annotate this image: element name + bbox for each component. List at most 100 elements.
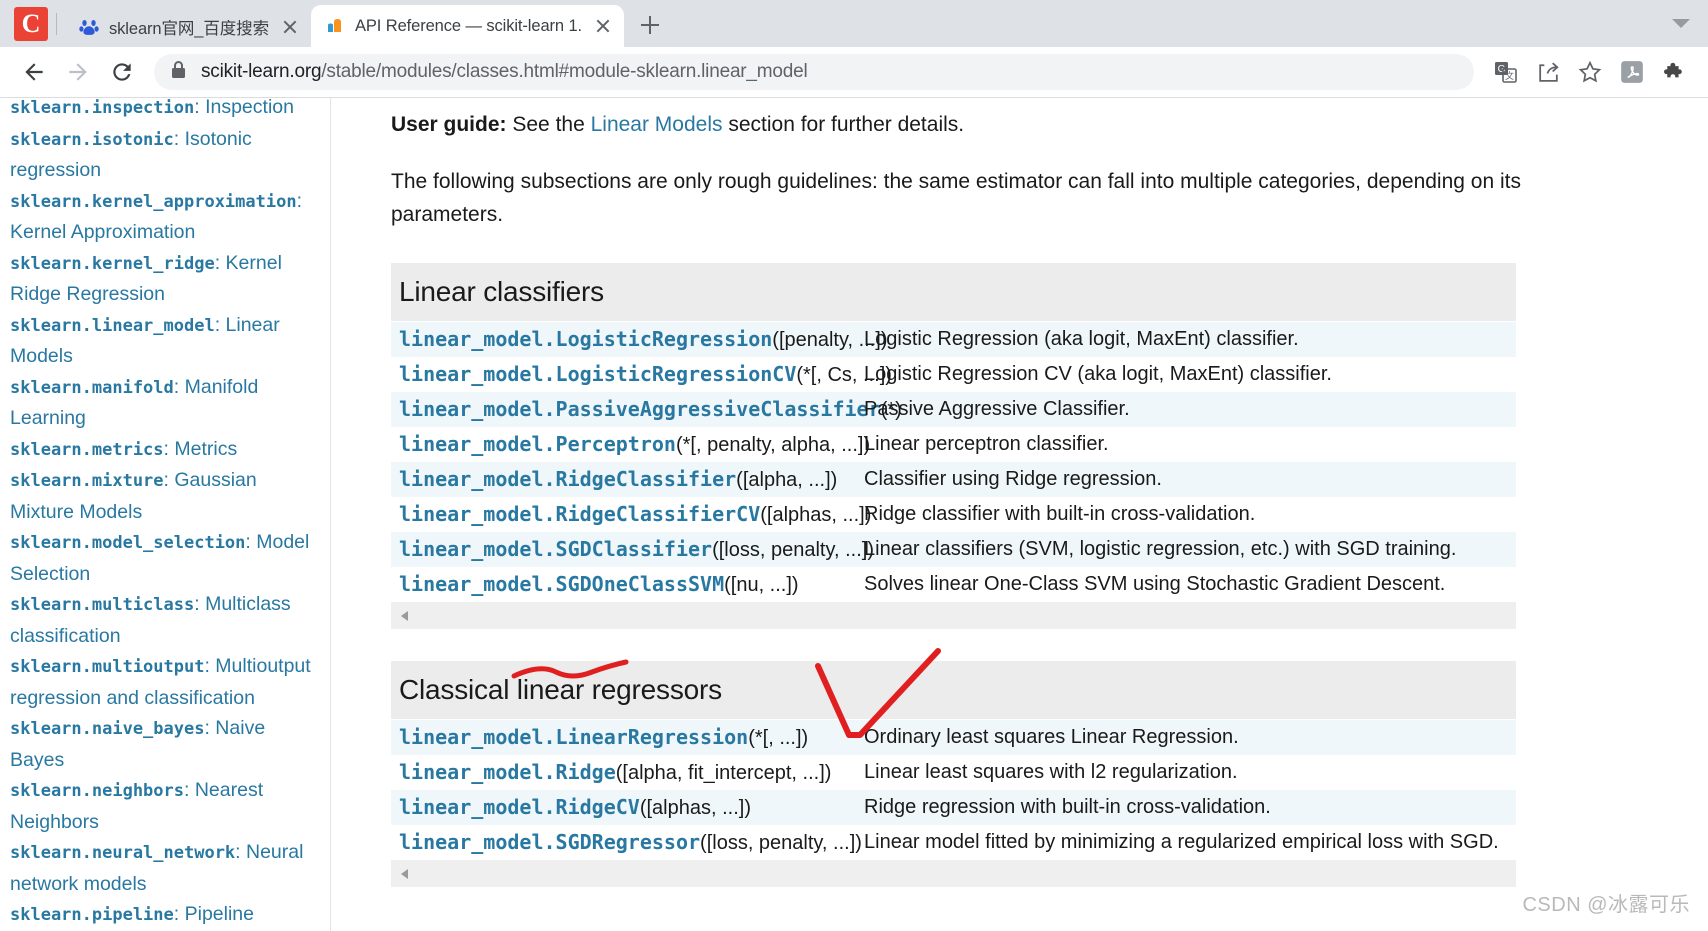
table-row[interactable]: linear_model.LogisticRegressionCV(*[, Cs… [391, 357, 1516, 392]
sidebar-module-name: sklearn.mixture [10, 471, 164, 491]
api-class-link[interactable]: linear_model.LogisticRegressionCV [399, 362, 796, 386]
toolbar-icons: G 文 [1484, 52, 1694, 92]
window-controls [1672, 0, 1708, 47]
user-guide-label: User guide: [391, 113, 507, 136]
share-icon[interactable] [1528, 52, 1568, 92]
browser-tab-2[interactable]: API Reference — scikit-learn 1. [310, 5, 625, 47]
api-class-link[interactable]: linear_model.SGDRegressor [399, 830, 700, 854]
api-class-link[interactable]: linear_model.LinearRegression [399, 725, 748, 749]
api-class-link[interactable]: linear_model.PassiveAggressiveClassifier [399, 397, 881, 421]
api-class-desc-cell: Ridge classifier with built-in cross-val… [864, 503, 1256, 525]
section-heading-classical-linear-regressors: Classical linear regressors [391, 661, 1516, 719]
sidebar-module-name: sklearn.kernel_approximation [10, 191, 297, 212]
extensions-puzzle-icon[interactable] [1654, 52, 1694, 92]
section-heading-linear-classifiers: Linear classifiers [391, 263, 1516, 321]
linear-models-link[interactable]: Linear Models [591, 113, 723, 136]
sidebar-item-metrics[interactable]: sklearn.metrics: Metrics [10, 434, 314, 466]
sidebar-item-inspection[interactable]: sklearn.inspection: Inspection [10, 98, 314, 124]
intro-paragraph-line2: parameters. [391, 198, 1611, 231]
sidebar-module-desc: : Pipeline [173, 903, 254, 925]
sidebar-item-mixture[interactable]: sklearn.mixture: Gaussian Mixture Models [10, 465, 314, 527]
sidebar-item-isotonic[interactable]: sklearn.isotonic: Isotonic regression [10, 124, 314, 186]
sidebar-item-multiclass[interactable]: sklearn.multiclass: Multiclass classific… [10, 589, 314, 651]
table-row[interactable]: linear_model.SGDRegressor([loss, penalty… [391, 825, 1516, 860]
close-icon[interactable] [592, 15, 614, 37]
scroll-left-arrow-icon[interactable] [401, 868, 408, 879]
api-class-name-cell[interactable]: linear_model.RidgeClassifierCV([alphas, … [391, 497, 871, 532]
api-class-name-cell[interactable]: linear_model.RidgeClassifier([alpha, ...… [391, 462, 856, 497]
user-guide-paragraph: User guide: See the Linear Models sectio… [391, 108, 1611, 141]
sidebar-item-manifold[interactable]: sklearn.manifold: Manifold Learning [10, 372, 314, 434]
api-class-desc-cell: Logistic Regression CV (aka logit, MaxEn… [864, 363, 1332, 385]
sidebar-item-kernel-approximation[interactable]: sklearn.kernel_approximation: Kernel App… [10, 186, 314, 248]
sidebar-module-name: sklearn.multiclass [10, 595, 195, 615]
user-guide-pre: See the [506, 113, 591, 136]
api-class-link[interactable]: linear_model.Ridge [399, 760, 616, 784]
api-class-link[interactable]: linear_model.SGDClassifier [399, 537, 712, 561]
api-class-name-cell[interactable]: linear_model.RidgeCV([alphas, ...]) [391, 790, 856, 825]
bookmark-star-icon[interactable] [1570, 52, 1610, 92]
browser-window: C sklearn官网_百度搜索 API Reference — scikit-… [0, 0, 1708, 931]
sidebar-item-multioutput[interactable]: sklearn.multioutput: Multioutput regress… [10, 651, 314, 713]
api-class-link[interactable]: linear_model.RidgeCV [399, 795, 640, 819]
table-row[interactable]: linear_model.RidgeClassifierCV([alphas, … [391, 497, 1516, 532]
api-class-name-cell[interactable]: linear_model.Ridge([alpha, fit_intercept… [391, 755, 856, 790]
back-button[interactable] [14, 52, 54, 92]
table-row[interactable]: linear_model.SGDClassifier([loss, penalt… [391, 532, 1516, 567]
api-class-name-cell[interactable]: linear_model.LinearRegression(*[, ...]) [391, 720, 856, 755]
api-sidebar-nav[interactable]: sklearn.inspection: Inspection sklearn.i… [0, 98, 331, 931]
lock-icon [170, 60, 187, 84]
chevron-down-icon[interactable] [1672, 19, 1690, 28]
scikit-learn-icon [325, 16, 345, 36]
table-row[interactable]: linear_model.Ridge([alpha, fit_intercept… [391, 755, 1516, 790]
table-row[interactable]: linear_model.SGDOneClassSVM([nu, ...]) S… [391, 567, 1516, 602]
api-class-link[interactable]: linear_model.SGDOneClassSVM [399, 572, 724, 596]
table-row[interactable]: linear_model.RidgeCV([alphas, ...]) Ridg… [391, 790, 1516, 825]
table-row[interactable]: linear_model.LinearRegression(*[, ...]) … [391, 720, 1516, 755]
api-class-link[interactable]: linear_model.RidgeClassifier [399, 467, 736, 491]
api-class-link[interactable]: linear_model.LogisticRegression [399, 327, 772, 351]
url-text: scikit-learn.org/stable/modules/classes.… [201, 61, 808, 83]
table-row[interactable]: linear_model.RidgeClassifier([alpha, ...… [391, 462, 1516, 497]
table-horizontal-scrollbar[interactable] [391, 860, 1516, 887]
forward-button[interactable] [58, 52, 98, 92]
api-class-desc-cell: Logistic Regression (aka logit, MaxEnt) … [864, 328, 1299, 350]
table-horizontal-scrollbar[interactable] [391, 602, 1516, 629]
api-class-name-cell[interactable]: linear_model.SGDRegressor([loss, penalty… [391, 825, 862, 860]
api-class-args: ([loss, penalty, ...]) [700, 832, 862, 854]
sidebar-item-linear-model[interactable]: sklearn.linear_model: Linear Models [10, 310, 314, 372]
api-class-name-cell[interactable]: linear_model.SGDClassifier([loss, penalt… [391, 532, 874, 567]
table-row[interactable]: linear_model.PassiveAggressiveClassifier… [391, 392, 1516, 427]
api-class-desc-cell: Linear classifiers (SVM, logistic regres… [864, 538, 1457, 560]
api-class-desc-cell: Ridge regression with built-in cross-val… [864, 796, 1271, 818]
api-table-linear-classifiers: linear_model.LogisticRegression([penalty… [391, 322, 1516, 602]
api-class-name-cell[interactable]: linear_model.LogisticRegressionCV(*[, Cs… [391, 357, 892, 392]
chrome-logo-icon: C [14, 7, 48, 41]
sidebar-item-naive-bayes[interactable]: sklearn.naive_bayes: Naive Bayes [10, 713, 314, 775]
api-class-link[interactable]: linear_model.Perceptron [399, 432, 676, 456]
sidebar-item-kernel-ridge[interactable]: sklearn.kernel_ridge: Kernel Ridge Regre… [10, 248, 314, 310]
api-class-name-cell[interactable]: linear_model.LogisticRegression([penalty… [391, 322, 888, 357]
url-domain: scikit-learn.org [201, 61, 322, 82]
table-row[interactable]: linear_model.Perceptron(*[, penalty, alp… [391, 427, 1516, 462]
sidebar-item-neural-network[interactable]: sklearn.neural_network: Neural network m… [10, 837, 314, 899]
browser-tab-1[interactable]: sklearn官网_百度搜索 [65, 7, 311, 47]
sidebar-item-model-selection[interactable]: sklearn.model_selection: Model Selection [10, 527, 314, 589]
reload-button[interactable] [102, 52, 142, 92]
api-class-name-cell[interactable]: linear_model.PassiveAggressiveClassifier… [391, 392, 902, 427]
translate-icon[interactable]: G 文 [1486, 52, 1526, 92]
table-row[interactable]: linear_model.LogisticRegression([penalty… [391, 322, 1516, 357]
api-class-name-cell[interactable]: linear_model.Perceptron(*[, penalty, alp… [391, 427, 870, 462]
sidebar-module-name: sklearn.isotonic [10, 129, 174, 150]
adobe-acrobat-icon[interactable] [1612, 52, 1652, 92]
scroll-left-arrow-icon[interactable] [401, 610, 408, 621]
close-icon[interactable] [279, 16, 301, 38]
sidebar-item-pipeline[interactable]: sklearn.pipeline: Pipeline [10, 899, 314, 931]
new-tab-button[interactable] [634, 9, 666, 41]
api-class-desc-cell: Ordinary least squares Linear Regression… [864, 726, 1239, 748]
api-class-name-cell[interactable]: linear_model.SGDOneClassSVM([nu, ...]) [391, 567, 856, 602]
api-class-args: ([alphas, ...]) [639, 797, 751, 819]
api-class-link[interactable]: linear_model.RidgeClassifierCV [399, 502, 760, 526]
address-bar[interactable]: scikit-learn.org/stable/modules/classes.… [154, 54, 1474, 90]
sidebar-item-neighbors[interactable]: sklearn.neighbors: Nearest Neighbors [10, 775, 314, 837]
